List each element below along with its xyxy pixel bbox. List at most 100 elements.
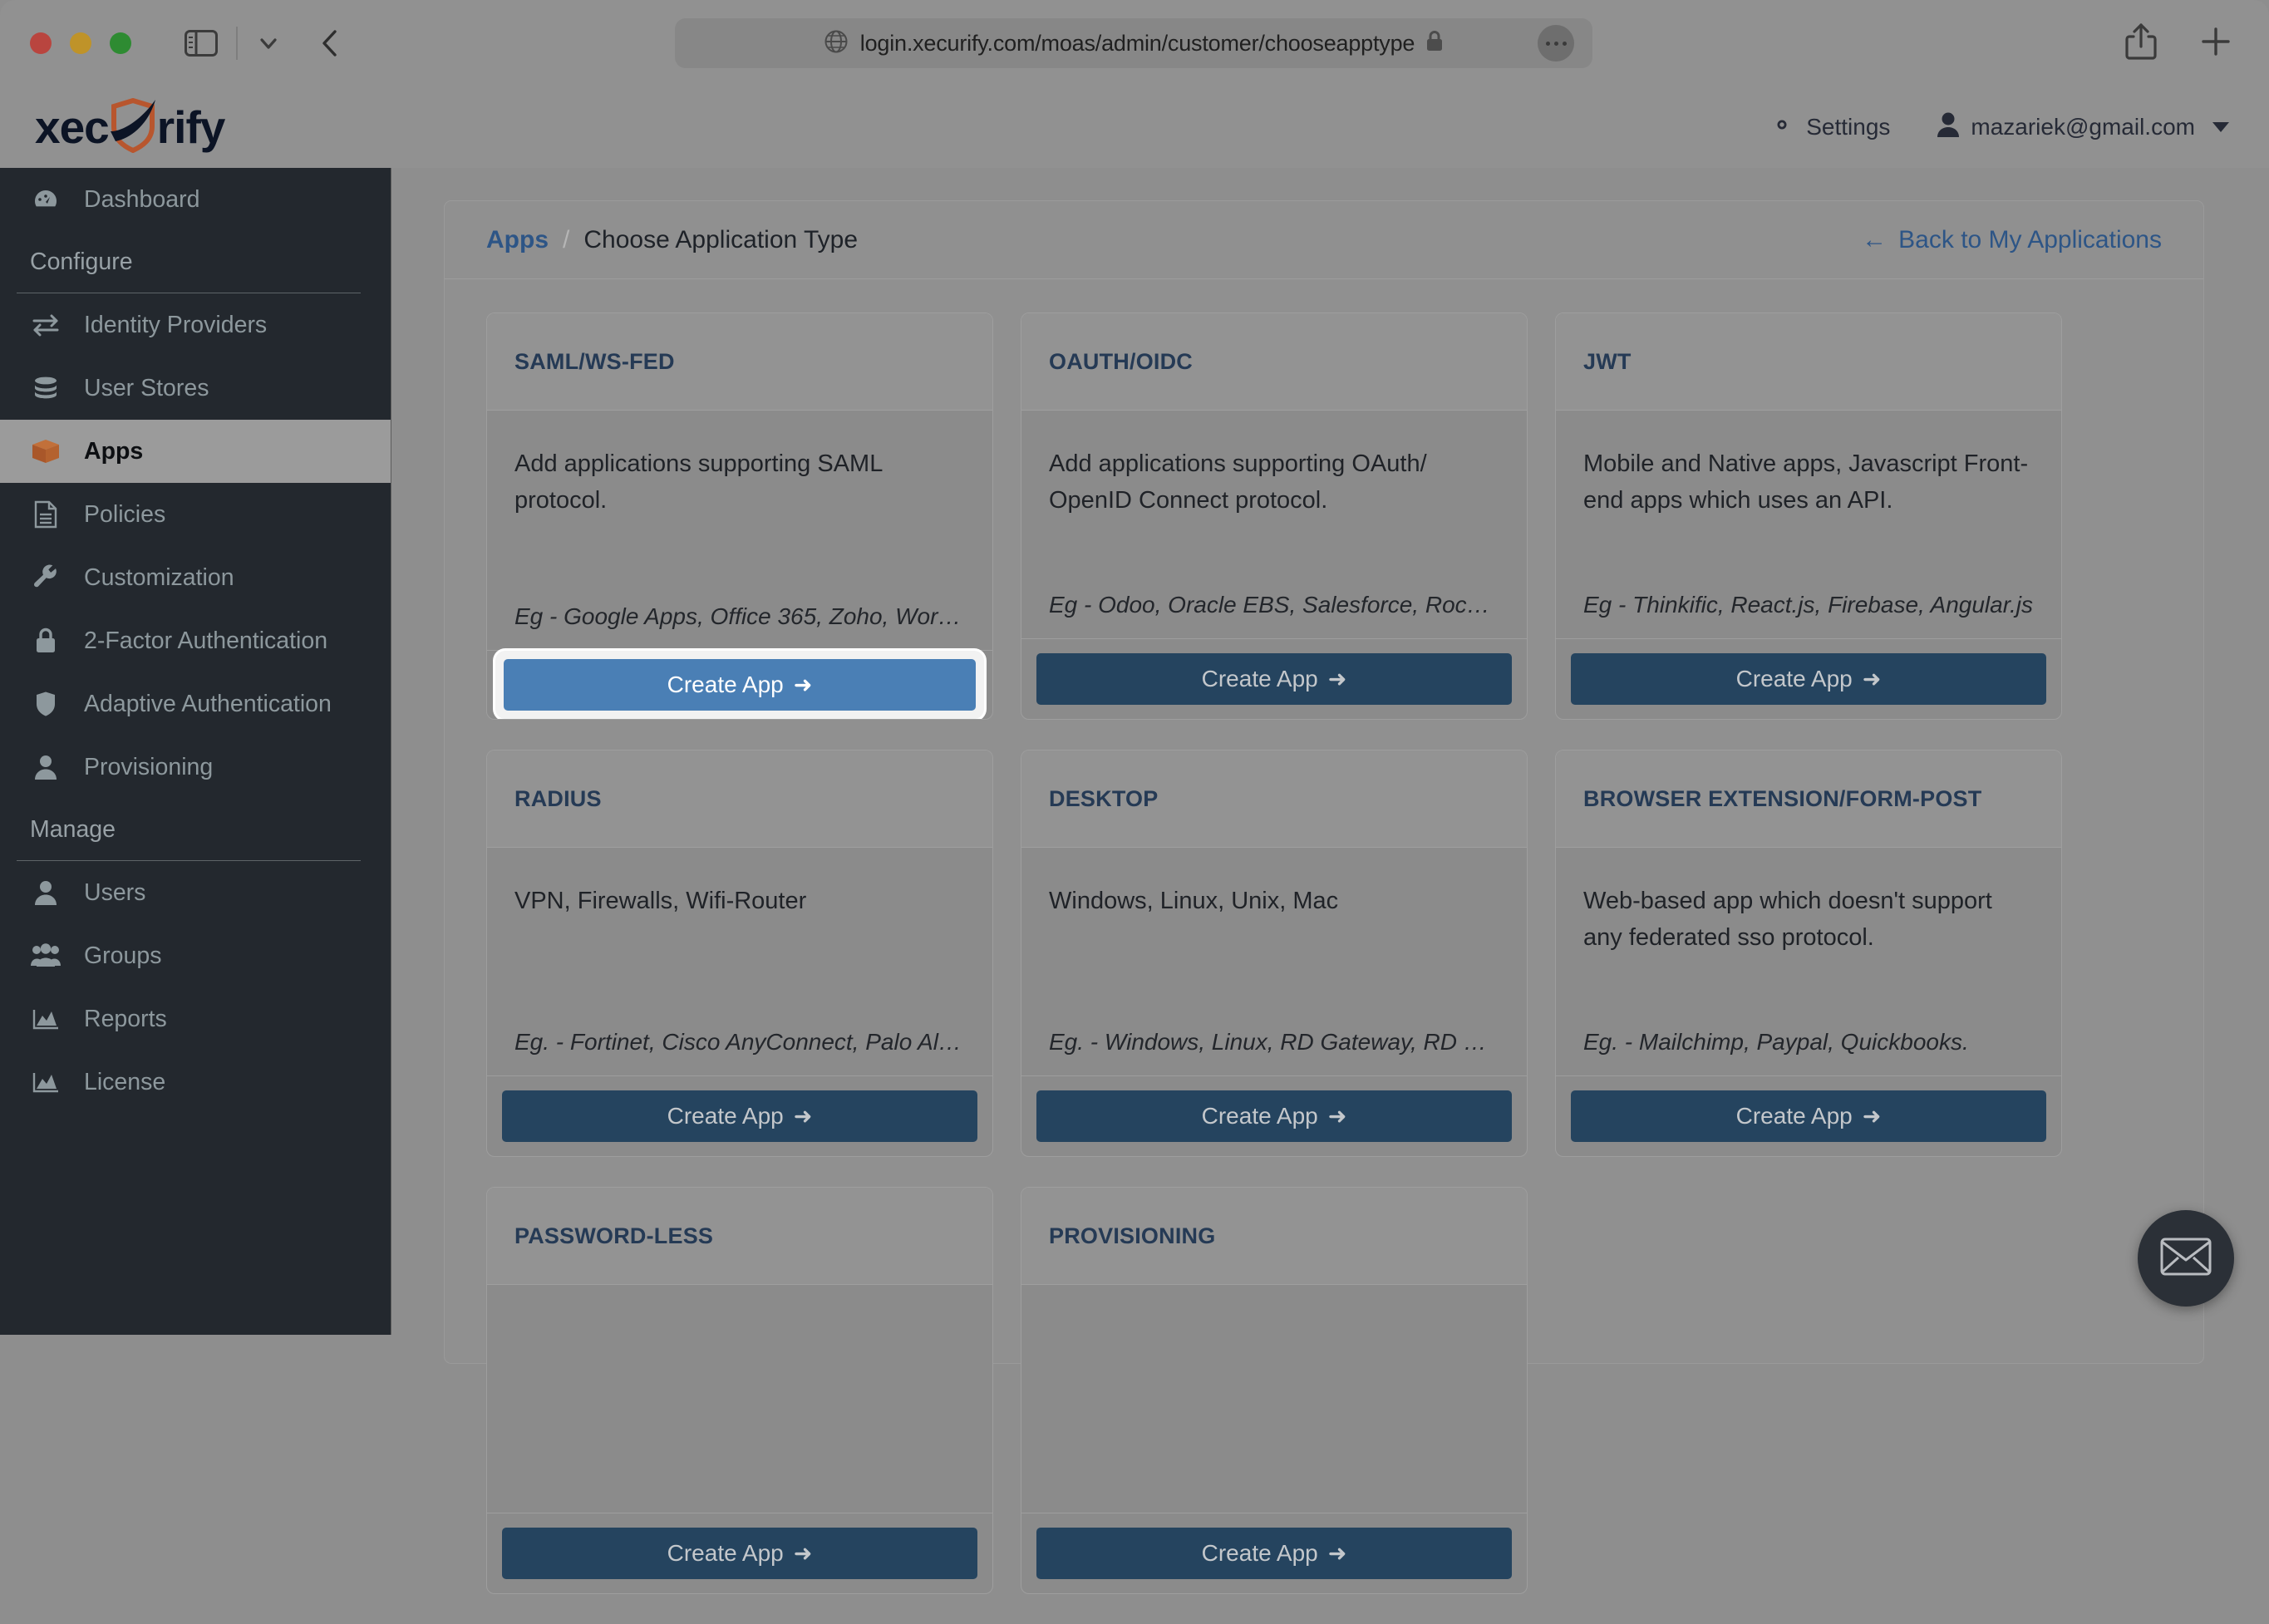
card-body: Mobile and Native apps, Javascript Front… <box>1556 411 2061 639</box>
sidebar-item-user-stores[interactable]: User Stores <box>0 357 391 420</box>
card-description: Add applications supporting OAuth/ OpenI… <box>1049 445 1499 519</box>
arrow-right-icon: ➜ <box>1863 668 1882 691</box>
card-examples: Eg - Odoo, Oracle EBS, Salesforce, Rock… <box>1049 592 1499 618</box>
chart-icon <box>30 1070 62 1095</box>
sidebar-item-users[interactable]: Users <box>0 861 391 924</box>
app-type-card[interactable]: SAML/WS-FED Add applications supporting … <box>486 312 993 720</box>
user-icon <box>30 753 62 781</box>
minimize-window-button[interactable] <box>70 32 91 54</box>
share-icon[interactable] <box>2124 22 2158 66</box>
app-type-card[interactable]: RADIUS VPN, Firewalls, Wifi-Router Eg. -… <box>486 750 993 1157</box>
sidebar-item-label: Apps <box>84 438 143 465</box>
card-body <box>487 1285 992 1513</box>
card-body: Add applications supporting OAuth/ OpenI… <box>1021 411 1527 639</box>
card-description: VPN, Firewalls, Wifi-Router <box>514 883 965 919</box>
arrow-right-icon: ➜ <box>794 674 813 696</box>
sidebar-item-adaptive-authentication[interactable]: Adaptive Authentication <box>0 672 391 736</box>
main-content: Apps / Choose Application Type ← Back to… <box>391 168 2269 1335</box>
close-window-button[interactable] <box>30 32 52 54</box>
chart-icon <box>30 1006 62 1031</box>
user-menu[interactable]: mazariek@gmail.com <box>1937 111 2229 144</box>
card-footer: Create App ➜ <box>1021 1076 1527 1156</box>
sidebar-toggle-icon[interactable] <box>185 30 218 57</box>
card-title: RADIUS <box>514 786 602 812</box>
create-app-label: Create App <box>667 672 784 698</box>
create-app-label: Create App <box>1736 666 1853 692</box>
new-tab-icon[interactable] <box>2199 25 2232 62</box>
card-footer: Create App ➜ <box>487 1076 992 1156</box>
app-type-card[interactable]: PASSWORD-LESS Create App ➜ <box>486 1187 993 1594</box>
browser-right-controls <box>2124 22 2232 66</box>
card-title: PROVISIONING <box>1049 1223 1215 1249</box>
content-header: Apps / Choose Application Type ← Back to… <box>445 201 2203 279</box>
gear-icon <box>1769 111 1795 144</box>
lock-icon <box>30 627 62 655</box>
sidebar-item-policies[interactable]: Policies <box>0 483 391 546</box>
dashboard-icon <box>30 185 62 214</box>
page-menu-icon[interactable] <box>1538 25 1574 62</box>
sidebar-item-groups[interactable]: Groups <box>0 924 391 987</box>
sidebar-item-identity-providers[interactable]: Identity Providers <box>0 293 391 357</box>
create-app-button[interactable]: Create App ➜ <box>1036 653 1512 705</box>
back-arrow-icon[interactable] <box>316 27 344 60</box>
arrow-right-icon: ➜ <box>794 1543 813 1565</box>
sidebar-item-label: Customization <box>84 564 234 592</box>
back-link-label: Back to My Applications <box>1898 226 2162 254</box>
users-icon <box>30 942 62 970</box>
sidebar-item-apps[interactable]: Apps <box>0 420 391 483</box>
arrow-right-icon: ➜ <box>794 1105 813 1128</box>
app-type-card[interactable]: BROWSER EXTENSION/FORM-POST Web-based ap… <box>1555 750 2062 1157</box>
create-app-label: Create App <box>1736 1103 1853 1129</box>
card-body <box>1021 1285 1527 1513</box>
sidebar-item-reports[interactable]: Reports <box>0 987 391 1051</box>
create-app-button[interactable]: Create App ➜ <box>1571 653 2046 705</box>
create-app-button[interactable]: Create App ➜ <box>1571 1090 2046 1142</box>
wrench-icon <box>30 563 62 592</box>
app-type-card[interactable]: PROVISIONING Create App ➜ <box>1021 1187 1528 1594</box>
sidebar-item-label: Groups <box>84 942 161 970</box>
create-app-button[interactable]: Create App ➜ <box>1036 1528 1512 1579</box>
app-header: xec rify Settings mazariek@gmail.com <box>0 86 2269 168</box>
database-icon <box>30 374 62 402</box>
contact-support-button[interactable] <box>2138 1210 2234 1307</box>
back-arrow-icon: ← <box>1862 226 1887 254</box>
breadcrumb-apps-link[interactable]: Apps <box>486 226 549 254</box>
sidebar-item-customization[interactable]: Customization <box>0 546 391 609</box>
card-body: VPN, Firewalls, Wifi-Router Eg. - Fortin… <box>487 848 992 1076</box>
create-app-button[interactable]: Create App ➜ <box>502 1528 977 1579</box>
create-app-label: Create App <box>1202 1540 1318 1567</box>
create-app-button[interactable]: Create App ➜ <box>1036 1090 1512 1142</box>
arrow-right-icon: ➜ <box>1328 668 1347 691</box>
user-email: mazariek@gmail.com <box>1971 114 2195 140</box>
card-title: JWT <box>1583 349 1632 375</box>
card-examples: Eg. - Fortinet, Cisco AnyConnect, Palo A… <box>514 1029 965 1056</box>
settings-label: Settings <box>1806 114 1890 140</box>
create-app-button[interactable]: Create App ➜ <box>504 659 976 711</box>
card-body: Windows, Linux, Unix, Mac Eg. - Windows,… <box>1021 848 1527 1076</box>
card-header: JWT <box>1556 313 2061 411</box>
create-app-button[interactable]: Create App ➜ <box>502 1090 977 1142</box>
card-title: BROWSER EXTENSION/FORM-POST <box>1583 786 1981 812</box>
xecurify-logo[interactable]: xec rify <box>35 97 224 157</box>
sidebar-section-configure: Configure <box>0 231 391 293</box>
settings-button[interactable]: Settings <box>1769 111 1890 144</box>
sidebar-item-label: 2-Factor Authentication <box>84 627 327 655</box>
sidebar-item-label: Policies <box>84 501 165 529</box>
card-title: PASSWORD-LESS <box>514 1223 713 1249</box>
sidebar-item-label: Dashboard <box>84 186 199 214</box>
sidebar-item-license[interactable]: License <box>0 1051 391 1114</box>
maximize-window-button[interactable] <box>110 32 131 54</box>
card-header: OAUTH/OIDC <box>1021 313 1527 411</box>
sidebar-item-dashboard[interactable]: Dashboard <box>0 168 391 231</box>
document-icon <box>30 500 62 529</box>
back-to-my-applications-link[interactable]: ← Back to My Applications <box>1862 226 2162 254</box>
chevron-down-icon[interactable] <box>254 29 283 57</box>
shield-icon <box>30 690 62 718</box>
app-type-card[interactable]: JWT Mobile and Native apps, Javascript F… <box>1555 312 2062 720</box>
sidebar-item-provisioning[interactable]: Provisioning <box>0 736 391 799</box>
app-type-card[interactable]: OAUTH/OIDC Add applications supporting O… <box>1021 312 1528 720</box>
sidebar-item-2-factor-authentication[interactable]: 2-Factor Authentication <box>0 609 391 672</box>
address-bar[interactable]: login.xecurify.com/moas/admin/customer/c… <box>675 18 1592 68</box>
app-type-card[interactable]: DESKTOP Windows, Linux, Unix, Mac Eg. - … <box>1021 750 1528 1157</box>
globe-icon <box>824 29 849 58</box>
